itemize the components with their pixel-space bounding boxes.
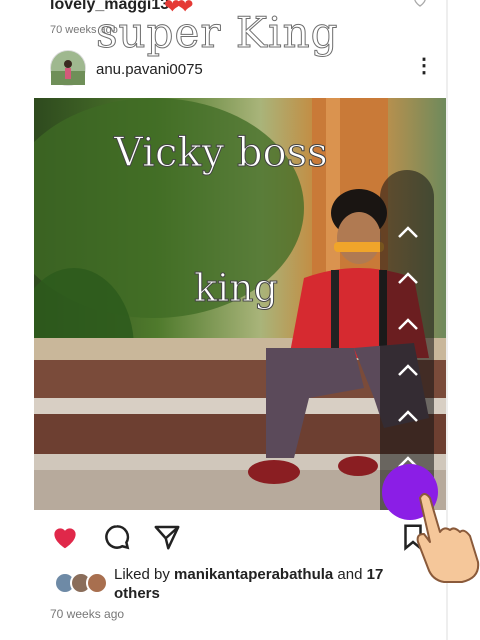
likes-summary: Liked by manikantaperabathula and 17 oth… xyxy=(114,565,404,603)
chevron-up-icon[interactable] xyxy=(394,264,422,292)
send-paper-plane-icon[interactable] xyxy=(152,522,182,552)
heart-filled-icon[interactable] xyxy=(50,522,80,552)
post-image[interactable]: Vicky boss king xyxy=(34,98,446,510)
comment-bubble-icon[interactable] xyxy=(102,522,132,552)
prev-post-overlay-text: super King xyxy=(96,8,339,58)
chevron-up-icon[interactable] xyxy=(394,310,422,338)
liked-by-avatars[interactable] xyxy=(54,572,110,594)
pointing-hand-icon xyxy=(406,488,480,584)
chevron-up-icon[interactable] xyxy=(394,402,422,430)
likes-prefix: Liked by xyxy=(114,566,175,583)
liked-by-username[interactable]: manikantaperabathula xyxy=(174,566,333,583)
avatar[interactable] xyxy=(50,50,86,86)
more-vertical-icon[interactable]: ⋮ xyxy=(414,56,434,76)
likes-and: and xyxy=(333,566,367,583)
post-username[interactable]: anu.pavani0075 xyxy=(96,61,203,78)
chevron-up-icon[interactable] xyxy=(394,218,422,246)
heart-outline-icon[interactable] xyxy=(412,0,428,8)
image-overlay-title: Vicky boss xyxy=(114,130,329,177)
chevron-up-icon[interactable] xyxy=(394,356,422,384)
image-overlay-subtitle: king xyxy=(194,266,279,311)
post-timestamp: 70 weeks ago xyxy=(50,607,125,621)
